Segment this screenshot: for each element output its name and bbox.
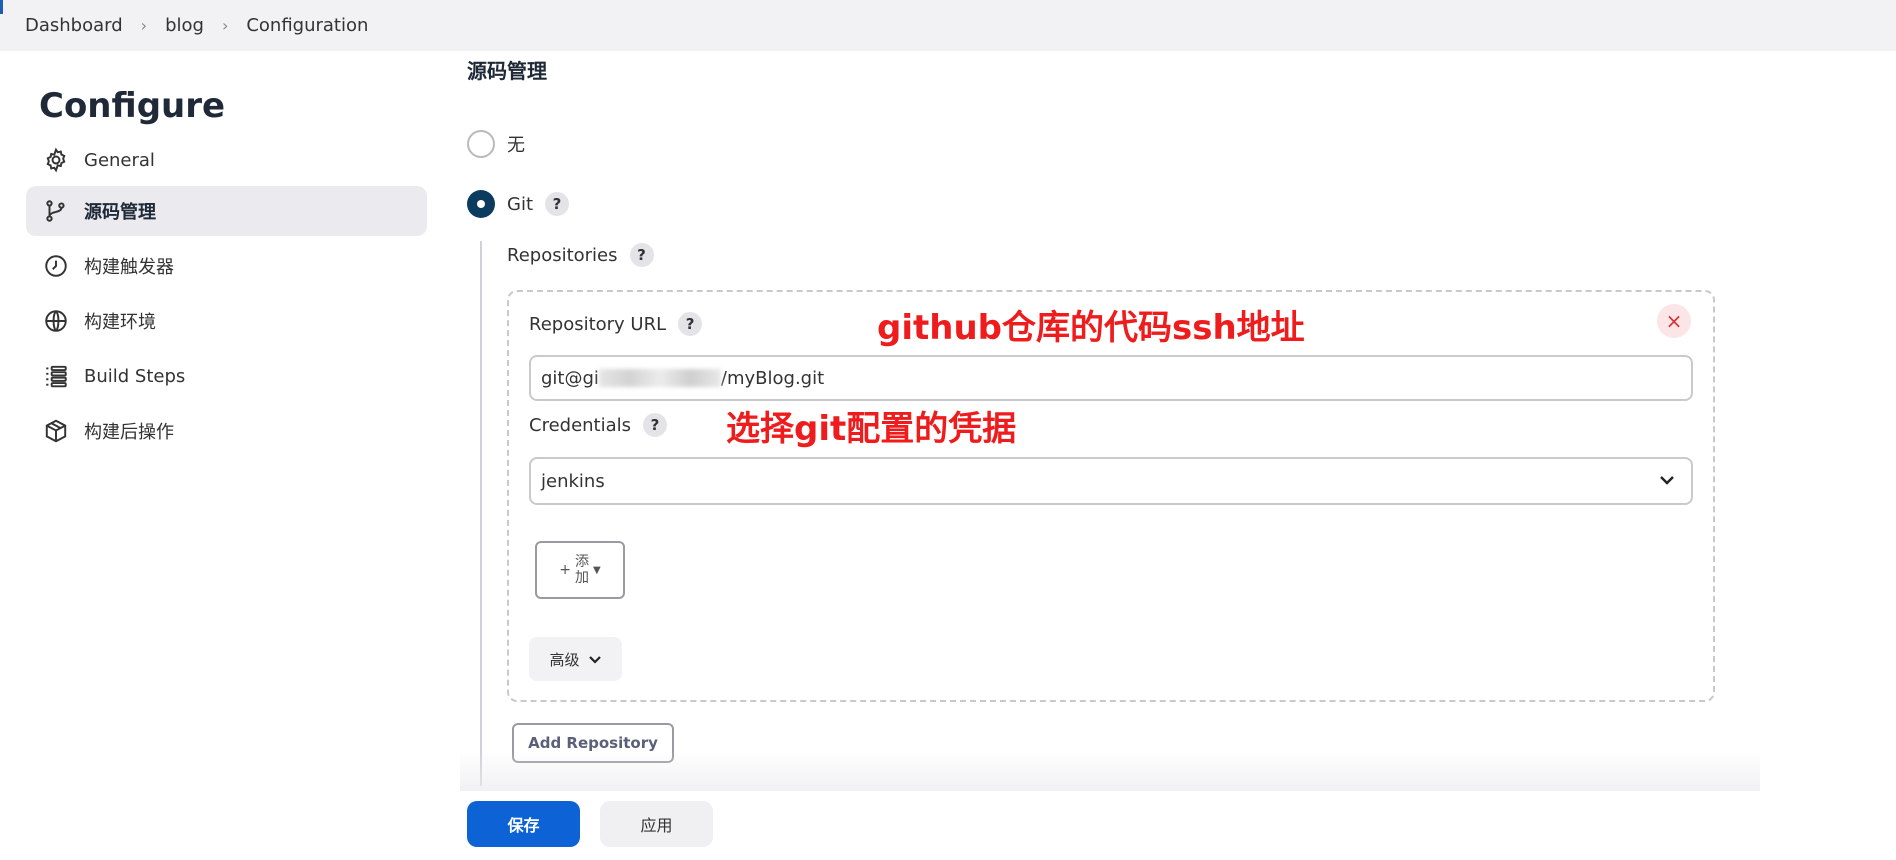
radio-label: Git (507, 193, 534, 215)
sidebar-item-scm[interactable]: 源码管理 (26, 186, 427, 236)
sidebar-item-label: General (84, 149, 155, 171)
advanced-button[interactable]: 高级 (529, 637, 622, 681)
add-credentials-button[interactable]: + 添 加 ▼ (535, 541, 625, 599)
globe-icon (42, 307, 70, 335)
annotation-url: github仓库的代码ssh地址 (877, 308, 1305, 348)
breadcrumb: Dashboard › blog › Configuration (0, 0, 1896, 51)
help-icon[interactable]: ? (643, 413, 668, 437)
close-icon[interactable]: × (1657, 304, 1691, 338)
advanced-label: 高级 (549, 650, 580, 669)
section-divider (480, 241, 482, 786)
scm-option-none[interactable]: 无 (467, 130, 525, 158)
apply-button[interactable]: 应用 (600, 801, 713, 847)
sidebar-item-post-build[interactable]: 构建后操作 (26, 406, 427, 456)
credentials-value: jenkins (541, 470, 605, 492)
chevron-down-icon (588, 656, 601, 664)
breadcrumb-blog[interactable]: blog (165, 15, 204, 36)
repositories-label: Repositories ? (507, 243, 654, 267)
clock-icon (42, 252, 70, 280)
chevron-right-icon: › (140, 16, 148, 35)
caret-down-icon: ▼ (593, 564, 601, 576)
credentials-select[interactable]: jenkins (529, 457, 1693, 505)
breadcrumb-configuration[interactable]: Configuration (246, 15, 368, 36)
gear-icon (42, 146, 70, 174)
plus-icon: + (559, 562, 572, 578)
radio-git[interactable] (467, 190, 495, 218)
chevron-down-icon (1657, 470, 1677, 490)
chevron-right-icon: › (221, 16, 229, 35)
help-icon[interactable]: ? (629, 243, 654, 267)
footer-shadow (460, 751, 1760, 791)
breadcrumb-dashboard[interactable]: Dashboard (25, 15, 123, 36)
redacted-text (598, 369, 721, 387)
repo-url-suffix: /myBlog.git (720, 367, 825, 389)
radio-label: 无 (507, 135, 525, 156)
repo-url-label: Repository URL ? (529, 312, 703, 336)
repositories-label-text: Repositories (507, 244, 618, 266)
sidebar: Configure General 源码管理 构建触发器 构建环境 Build … (0, 51, 440, 860)
sidebar-item-label: 源码管理 (84, 202, 156, 223)
sidebar-item-label: 构建环境 (84, 312, 156, 333)
main-content: 源码管理 无 Git ? Repositories ? × Repository… (440, 51, 1896, 860)
section-title: 源码管理 (467, 59, 547, 83)
page-title: Configure (39, 86, 226, 126)
credentials-label: Credentials ? (529, 413, 668, 437)
sidebar-item-build-triggers[interactable]: 构建触发器 (26, 241, 427, 291)
cube-icon (42, 417, 70, 445)
save-button[interactable]: 保存 (467, 801, 580, 847)
help-icon[interactable]: ? (678, 312, 703, 336)
git-branch-icon (42, 197, 70, 225)
sidebar-item-general[interactable]: General (26, 135, 427, 185)
add-button-label: 添 加 (575, 554, 589, 586)
annotation-credentials: 选择git配置的凭据 (726, 409, 1017, 449)
scm-option-git[interactable]: Git ? (467, 190, 570, 218)
repo-url-label-text: Repository URL (529, 313, 667, 335)
list-icon (42, 362, 70, 390)
sidebar-item-build-steps[interactable]: Build Steps (26, 351, 427, 401)
sidebar-item-build-environment[interactable]: 构建环境 (26, 296, 427, 346)
add-button-char: 加 (575, 570, 590, 586)
repository-box: × Repository URL ? git@gi/myBlog.git Cre… (507, 290, 1715, 702)
sidebar-item-label: Build Steps (84, 365, 186, 387)
help-icon[interactable]: ? (545, 192, 570, 216)
sidebar-item-label: 构建触发器 (84, 257, 174, 278)
repo-url-prefix: git@gi (541, 367, 599, 389)
add-button-char: 添 (575, 554, 590, 570)
repository-url-input[interactable]: git@gi/myBlog.git (529, 355, 1693, 401)
accent-marker (0, 0, 3, 14)
credentials-label-text: Credentials (529, 414, 632, 436)
sidebar-item-label: 构建后操作 (84, 422, 174, 443)
radio-none[interactable] (467, 130, 495, 158)
